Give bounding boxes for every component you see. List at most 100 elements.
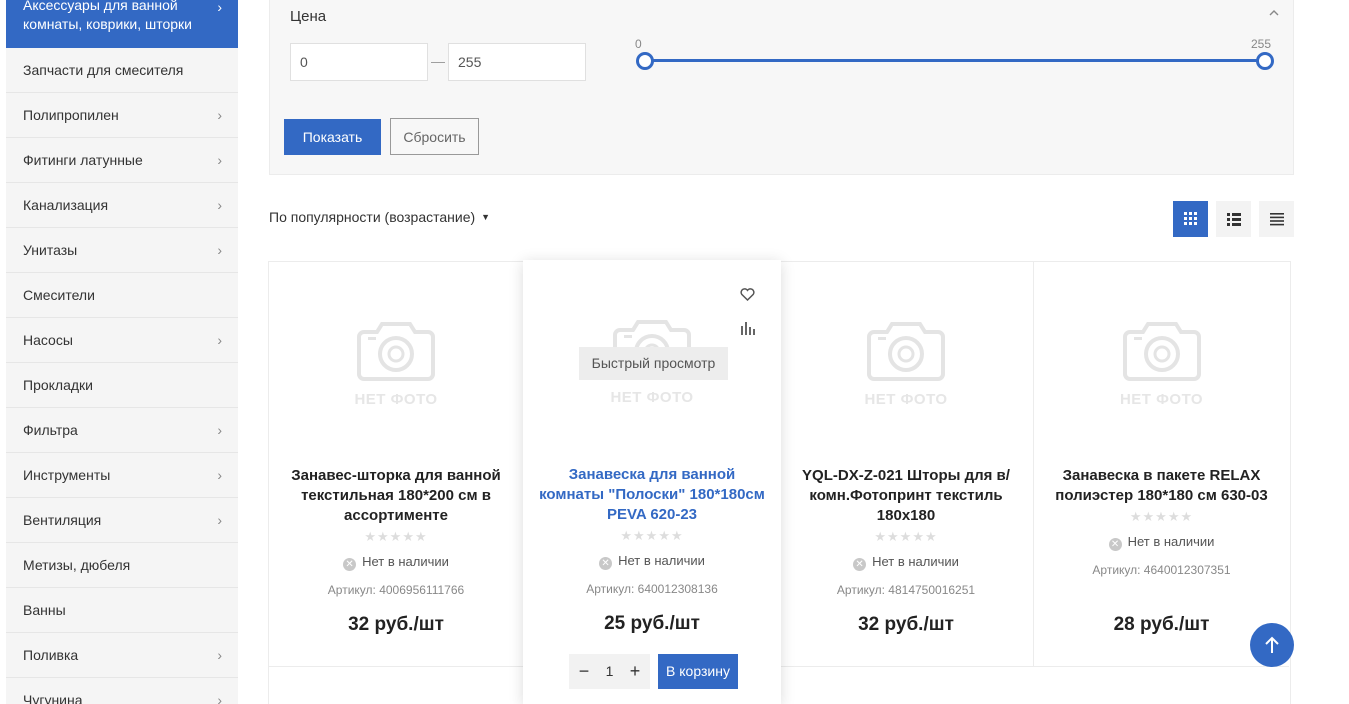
sidebar-item-label: Чугунина xyxy=(23,692,83,704)
product-sku: Артикул: 4006956111766 xyxy=(327,583,465,597)
product-price: 32 руб./шт xyxy=(348,614,444,635)
sidebar-item-label: Метизы, дюбеля xyxy=(23,557,131,573)
chevron-up-icon[interactable] xyxy=(1269,9,1279,16)
sidebar-item-label: Вентиляция xyxy=(23,512,102,528)
unavailable-icon: ✕ xyxy=(343,558,357,571)
compare-icon[interactable] xyxy=(740,322,755,335)
view-table-button[interactable] xyxy=(1259,201,1294,237)
reset-button[interactable]: Сбросить xyxy=(390,118,479,155)
product-card[interactable]: НЕТ ФОТО YQL-DX-Z-021 Шторы для в/комн.Ф… xyxy=(779,262,1034,667)
view-grid-button[interactable] xyxy=(1173,201,1208,237)
slider-max-handle[interactable] xyxy=(1256,52,1274,70)
rating-stars: ★★★★★ xyxy=(1129,509,1194,524)
unavailable-icon: ✕ xyxy=(1108,538,1122,551)
price-to-input[interactable]: 255 xyxy=(448,43,586,81)
rating-stars: ★★★★★ xyxy=(620,528,684,543)
heart-icon[interactable] xyxy=(740,288,755,301)
list-icon xyxy=(1226,212,1241,226)
chevron-right-icon: › xyxy=(217,422,222,438)
sidebar-item-active[interactable]: Аксессуары для ванной комнаты, коврики, … xyxy=(6,0,238,48)
sidebar-item[interactable]: Ванны xyxy=(6,588,238,633)
product-sku: Артикул: 4640012307351 xyxy=(1092,563,1231,577)
sidebar-item[interactable]: Метизы, дюбеля xyxy=(6,543,238,588)
product-title[interactable]: YQL-DX-Z-021 Шторы для в/комн.Фотопринт … xyxy=(793,466,1019,526)
sidebar-item[interactable]: Фитинги латунные › xyxy=(6,138,238,183)
stock-status: ✕ Нет в наличии xyxy=(779,554,1033,571)
product-card[interactable]: НЕТ ФОТО Занавес-шторка для ванной текст… xyxy=(269,262,524,667)
sidebar-item[interactable]: Инструменты › xyxy=(6,453,238,498)
sidebar-item[interactable]: Насосы › xyxy=(6,318,238,363)
chevron-right-icon: › xyxy=(217,242,222,258)
sort-dropdown[interactable]: По популярности (возрастание) ▼ xyxy=(269,209,490,225)
category-sidebar: Аксессуары для ванной комнаты, коврики, … xyxy=(6,0,238,704)
increase-button[interactable]: + xyxy=(622,654,648,689)
chevron-right-icon: › xyxy=(217,197,222,213)
scroll-to-top-button[interactable] xyxy=(1250,623,1294,667)
sidebar-item[interactable]: Смесители xyxy=(6,273,238,318)
camera-icon xyxy=(1122,322,1201,381)
sidebar-item[interactable]: Унитазы › xyxy=(6,228,238,273)
chevron-right-icon: › xyxy=(217,332,222,348)
show-button[interactable]: Показать xyxy=(284,119,381,155)
chevron-right-icon: › xyxy=(217,467,222,483)
sidebar-item-label: Запчасти для смесителя xyxy=(23,62,184,78)
sidebar-item[interactable]: Прокладки xyxy=(6,363,238,408)
sidebar-item[interactable]: Поливка › xyxy=(6,633,238,678)
chevron-right-icon: › xyxy=(217,107,222,123)
sidebar-item-label: Полипропилен xyxy=(23,107,119,123)
price-filter-panel: Цена 0 — 255 0 255 Показать Сбросить xyxy=(269,0,1294,175)
unavailable-icon: ✕ xyxy=(853,558,867,571)
product-sku: Артикул: 4814750016251 xyxy=(836,583,976,597)
sidebar-item-label: Фильтра xyxy=(23,422,78,438)
sidebar-item[interactable]: Канализация › xyxy=(6,183,238,228)
sidebar-item-label: Унитазы xyxy=(23,242,78,258)
slider-max-label: 255 xyxy=(1251,37,1272,51)
sidebar-item-label: Аксессуары для ванной комнаты, коврики, … xyxy=(23,0,192,32)
price-slider-track[interactable] xyxy=(645,59,1266,62)
sidebar-item-label: Канализация xyxy=(23,197,109,213)
chevron-right-icon: › xyxy=(217,692,222,704)
product-grid: НЕТ ФОТО Занавес-шторка для ванной текст… xyxy=(268,260,1291,704)
chevron-right-icon: › xyxy=(217,512,222,528)
sidebar-item-label: Прокладки xyxy=(23,377,93,393)
quantity-stepper: − 1 + xyxy=(569,654,650,689)
sidebar-item[interactable]: Чугунина › xyxy=(6,678,238,704)
chevron-right-icon: › xyxy=(217,0,222,15)
camera-icon xyxy=(357,322,435,381)
no-photo-label: НЕТ ФОТО xyxy=(1119,391,1204,408)
sidebar-item[interactable]: Вентиляция › xyxy=(6,498,238,543)
product-card[interactable]: НЕТ ФОТО Занавеска в пакете RELAX полиэс… xyxy=(1034,262,1289,667)
slider-min-handle[interactable] xyxy=(636,52,654,70)
sidebar-item-label: Инструменты xyxy=(23,467,111,483)
unavailable-icon: ✕ xyxy=(599,557,613,570)
quick-view-button[interactable]: Быстрый просмотр xyxy=(579,347,728,380)
price-from-input[interactable]: 0 xyxy=(290,43,428,81)
product-sku: Артикул: 640012308136 xyxy=(586,582,718,596)
chevron-right-icon: › xyxy=(217,647,222,663)
no-photo-label: НЕТ ФОТО xyxy=(864,391,948,408)
product-card-hovered[interactable]: НЕТ ФОТО Быстрый просмотр Занавеска для … xyxy=(523,260,781,704)
view-list-button[interactable] xyxy=(1216,201,1251,237)
sidebar-item-label: Фитинги латунные xyxy=(23,152,143,168)
sidebar-item[interactable]: Фильтра › xyxy=(6,408,238,453)
sidebar-item[interactable]: Запчасти для смесителя xyxy=(6,48,238,93)
sidebar-item-label: Ванны xyxy=(23,602,66,618)
add-to-cart-button[interactable]: В корзину xyxy=(658,654,738,689)
slider-min-label: 0 xyxy=(635,37,642,51)
chevron-right-icon: › xyxy=(217,152,222,168)
product-title[interactable]: Занавеска в пакете RELAX полиэстер 180*1… xyxy=(1048,466,1275,506)
rating-stars: ★★★★★ xyxy=(874,529,938,544)
stock-status: ✕ Нет в наличии xyxy=(1034,534,1289,551)
product-title[interactable]: Занавес-шторка для ванной текстильная 18… xyxy=(283,466,509,526)
decrease-button[interactable]: − xyxy=(571,654,597,689)
grid-icon xyxy=(1183,212,1197,225)
sidebar-item-label: Поливка xyxy=(23,647,79,663)
quantity-value[interactable]: 1 xyxy=(595,654,624,689)
sidebar-item[interactable]: Полипропилен › xyxy=(6,93,238,138)
product-price: 32 руб./шт xyxy=(858,614,954,635)
arrow-up-icon xyxy=(1265,636,1279,653)
rating-stars: ★★★★★ xyxy=(364,529,428,544)
caret-down-icon: ▼ xyxy=(481,212,491,222)
stock-status: ✕ Нет в наличии xyxy=(269,554,523,571)
product-title[interactable]: Занавеска для ванной комнаты "Полоски" 1… xyxy=(537,465,767,525)
